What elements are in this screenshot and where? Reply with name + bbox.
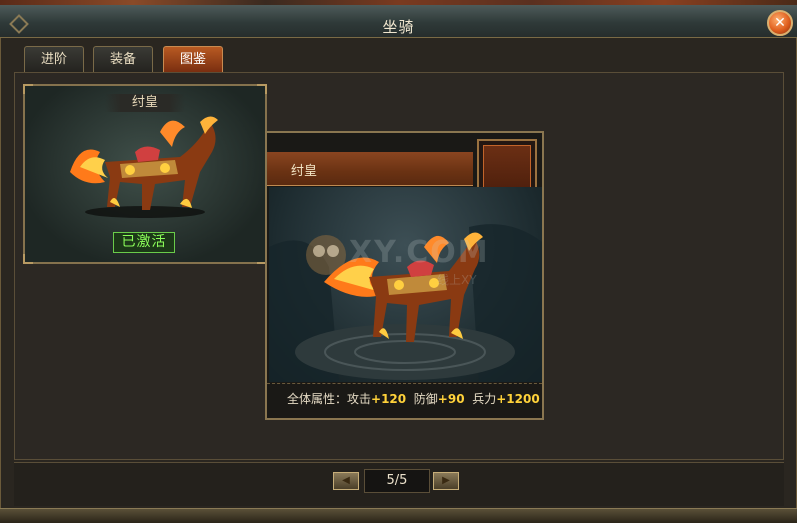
window-bottom-edge: [0, 508, 797, 523]
title-bar: 坐骑: [0, 5, 797, 38]
stat-troops-label: 兵力: [472, 392, 497, 406]
arrow-left-icon: ◀: [342, 475, 350, 486]
window-title: 坐骑: [382, 18, 415, 36]
stat-attack-label: 攻击: [347, 392, 372, 406]
close-button[interactable]: ✕: [767, 10, 793, 36]
mount-stats: 全体属性：攻击+120 防御+90 兵力+1200: [267, 383, 542, 418]
stat-attack-value: +120: [371, 392, 407, 406]
mount-detail-panel: 纣皇 XY.COM 线上XY 全体属性：攻击+120 防御+90 兵力+1200: [265, 131, 544, 420]
page-indicator: 5/5: [364, 469, 430, 493]
prev-page-button[interactable]: ◀: [333, 472, 359, 490]
tab-equipment[interactable]: 装备: [93, 46, 153, 72]
detail-mount-name: 纣皇: [291, 164, 318, 179]
mount-preview-scene: XY.COM 线上XY: [269, 187, 542, 382]
fire-horse-image: [70, 116, 218, 218]
next-page-button[interactable]: ▶: [433, 472, 459, 490]
close-icon: ✕: [774, 15, 786, 31]
activated-badge: 已激活: [113, 232, 175, 253]
stats-prefix: 全体属性：: [287, 392, 348, 406]
stat-troops-value: +1200: [496, 392, 540, 406]
stat-defense-label: 防御: [413, 392, 438, 406]
detail-name-bar: 纣皇: [267, 152, 473, 186]
tab-gallery[interactable]: 图鉴: [163, 46, 223, 72]
watermark-sub: 线上XY: [437, 273, 477, 287]
fire-horse-image: [269, 224, 542, 382]
stat-defense-value: +90: [437, 392, 465, 406]
mount-card-name: 纣皇: [105, 94, 185, 112]
watermark: XY.COM: [349, 235, 490, 270]
tab-advance[interactable]: 进阶: [24, 46, 84, 72]
arrow-right-icon: ▶: [442, 475, 450, 486]
mount-card[interactable]: 纣皇 已激活: [23, 84, 267, 264]
